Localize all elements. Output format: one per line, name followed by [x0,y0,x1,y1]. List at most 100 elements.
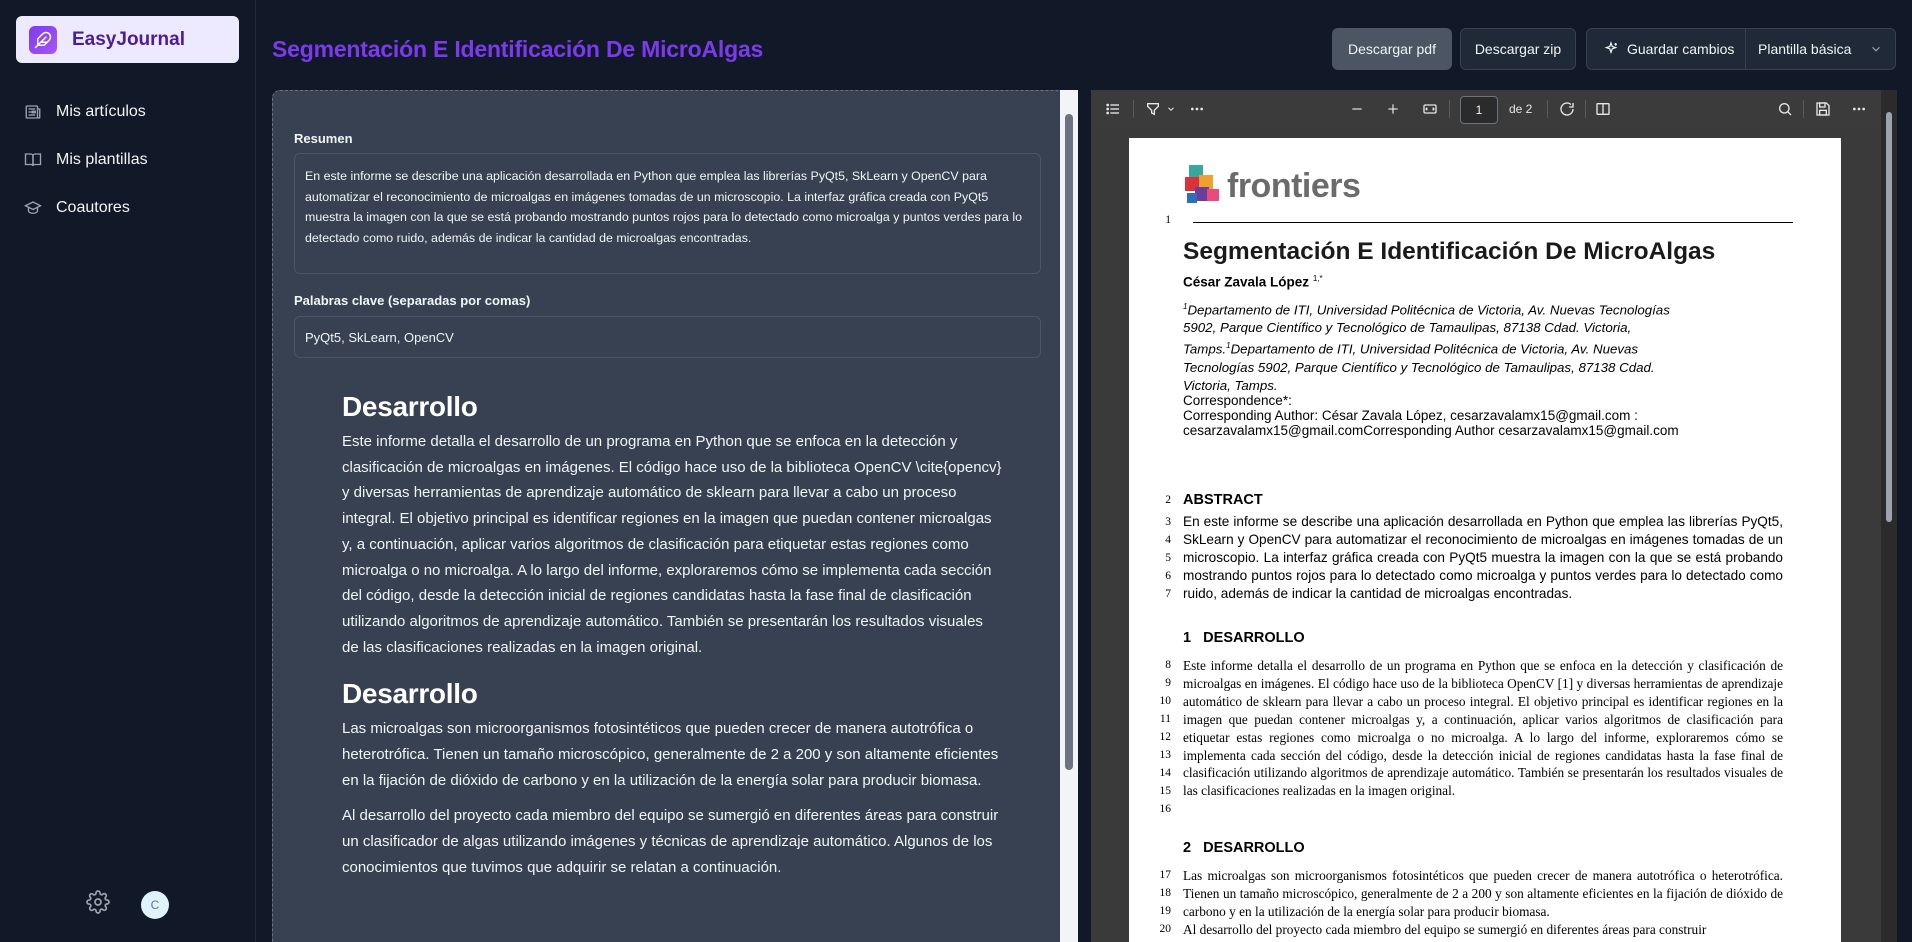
feather-icon [29,25,57,54]
correspondence-label: Correspondence*: [1183,393,1292,408]
sidebar-item-label: Coautores [56,199,130,216]
download-pdf-button[interactable]: Descargar pdf [1332,28,1452,70]
resumen-label: Resumen [294,131,353,146]
template-select-value: Plantilla básica [1758,41,1852,57]
keywords-input[interactable]: PyQt5, SkLearn, OpenCV [294,316,1041,358]
section-text: Las microalgas son microorganismos fotos… [1183,868,1783,919]
sparkles-icon [1604,41,1618,55]
abstract-heading: ABSTRACT [1183,492,1263,508]
newspaper-icon [25,105,41,119]
app-name: EasyJournal [72,28,185,50]
line-number: 9 [1165,677,1171,689]
section-paragraph: Al desarrollo del proyecto cada miembro … [342,807,999,876]
section-heading: 1 DESARROLLO [1183,630,1305,646]
line-number: 15 [1159,785,1172,797]
line-number: 4 [1165,534,1171,546]
section-paragraph: Este informe detalla el desarrollo de un… [342,433,1002,656]
more-options-icon[interactable] [1189,101,1205,117]
sidebar-nav: Mis artículos Mis plantillas Coautores [24,88,148,232]
sidebar-item-mis-plantillas[interactable]: Mis plantillas [24,136,148,184]
toolbar-divider [1449,100,1450,118]
line-number: 8 [1165,659,1171,671]
article-editor: Resumen En este informe se describe una … [272,90,1078,942]
line-number: 11 [1159,713,1171,725]
line-number: 5 [1165,552,1171,564]
line-number: 10 [1159,695,1172,707]
brand-logo-link[interactable]: EasyJournal [16,16,239,63]
more-options-icon[interactable] [1851,101,1867,117]
toolbar-divider [1803,100,1804,118]
frontiers-logo: frontiers [1183,163,1361,209]
line-number: 12 [1159,731,1172,743]
pdf-correspondence: Correspondence*: Corresponding Author: C… [1183,393,1743,438]
highlighter-icon[interactable] [1145,101,1161,117]
pdf-author: César Zavala López 1,* [1183,274,1323,290]
line-number: 19 [1159,905,1172,917]
line-number: 3 [1165,516,1171,528]
frontiers-cubes-icon [1185,165,1219,203]
rich-text-editor[interactable]: Desarrollo Este informe detalla el desar… [342,391,1002,891]
keywords-label: Palabras clave (separadas por comas) [294,293,531,308]
line-number: 18 [1159,887,1172,899]
section-title: DESARROLLO [1203,840,1305,856]
header-rule [1193,222,1793,223]
correspondence-text: Corresponding Author: César Zavala López… [1183,408,1679,438]
chevron-down-icon [1872,46,1880,52]
section-heading: 2 DESARROLLO [1183,840,1305,856]
section-text: Al desarrollo del proyecto cada miembro … [1183,922,1707,937]
section-heading: Desarrollo [342,678,478,710]
save-changes-label: Guardar cambios [1627,41,1735,57]
sidebar-item-label: Mis plantillas [56,151,148,168]
pdf-viewer: 1 de 2 frontiers 1 Segmentación E Identi… [1091,90,1897,942]
line-number: 13 [1159,749,1172,761]
pdf-affiliation: 1Departamento de ITI, Universidad Polité… [1183,298,1703,395]
page-title: Segmentación E Identificación De MicroAl… [272,36,764,62]
line-number: 7 [1165,588,1171,600]
line-number: 17 [1159,869,1172,881]
sidebar: EasyJournal Mis artículos Mis plantillas… [0,0,256,942]
line-number: 6 [1165,570,1171,582]
rotate-icon[interactable] [1559,101,1575,117]
page-view-icon[interactable] [1595,101,1611,117]
sidebar-footer: C [86,890,169,919]
graduation-cap-icon [24,201,42,214]
section-heading: Desarrollo [342,391,478,422]
author-superscript: 1,* [1312,274,1323,283]
book-icon [24,153,42,167]
pdf-toolbar: 1 de 2 [1091,90,1897,128]
search-icon[interactable] [1777,101,1793,117]
viewer-scrollbar-thumb[interactable] [1886,112,1892,522]
toolbar-divider [1585,100,1586,118]
zoom-in-icon[interactable] [1385,101,1401,117]
toolbar-divider [1547,100,1548,118]
pdf-page: frontiers 1 Segmentación E Identificació… [1129,138,1841,942]
section-title: DESARROLLO [1203,630,1305,646]
sidebar-item-coautores[interactable]: Coautores [24,184,148,232]
user-avatar[interactable]: C [141,890,169,919]
line-number: 20 [1159,923,1172,935]
page-number-input[interactable]: 1 [1460,96,1498,124]
page-count-label: de 2 [1509,102,1533,116]
section-number: 1 [1183,630,1192,646]
template-select[interactable]: Plantilla básica [1746,41,1895,57]
zoom-out-icon[interactable] [1349,101,1365,117]
save-changes-button[interactable]: Guardar cambios [1587,29,1746,69]
author-name: César Zavala López [1183,274,1310,290]
fit-page-icon[interactable] [1422,101,1438,117]
pdf-title: Segmentación E Identificación De MicroAl… [1183,238,1716,265]
resumen-textarea[interactable]: En este informe se describe una aplicaci… [294,153,1041,274]
download-zip-button[interactable]: Descargar zip [1460,28,1576,70]
save-template-group: Guardar cambios Plantilla básica [1586,28,1896,70]
section-paragraph: Las microalgas son microorganismos fotos… [342,720,999,789]
outline-list-icon[interactable] [1105,101,1121,117]
settings-gear-icon[interactable] [86,890,110,919]
chevron-down-icon[interactable] [1163,101,1179,117]
line-number: 2 [1165,494,1171,506]
affiliation-text: Departamento de ITI, Universidad Politéc… [1183,341,1655,393]
save-icon[interactable] [1815,101,1831,117]
line-number: 16 [1159,803,1172,815]
editor-scrollbar-thumb[interactable] [1065,114,1073,770]
section-number: 2 [1183,840,1192,856]
section-text: Este informe detalla el desarrollo de un… [1183,658,1783,799]
sidebar-item-mis-articulos[interactable]: Mis artículos [24,88,148,136]
